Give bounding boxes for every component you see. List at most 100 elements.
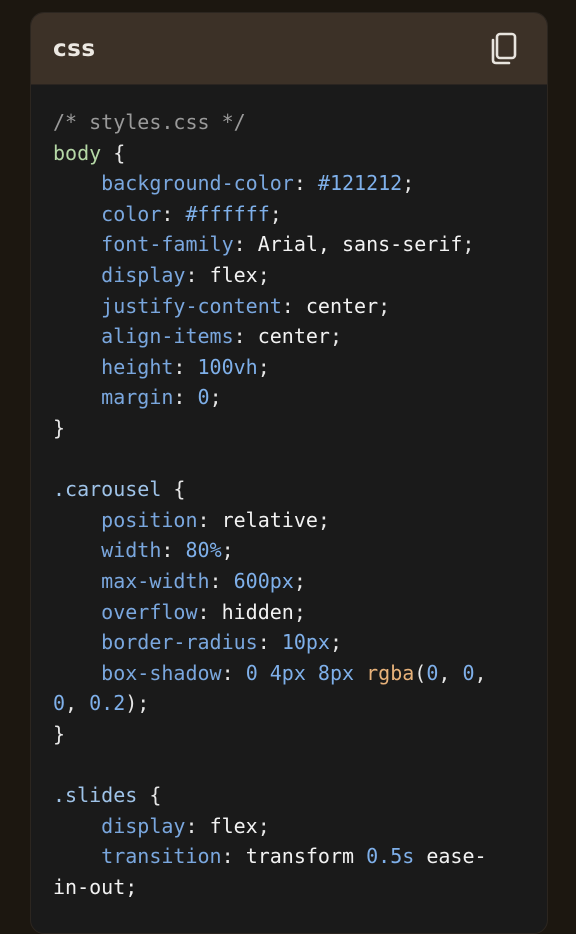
code-line: margin: 0;: [53, 382, 525, 413]
code-content: /* styles.css */ body { background-color:…: [31, 85, 547, 902]
code-line: background-color: #121212;: [53, 168, 525, 199]
code-token: :: [161, 201, 186, 226]
code-token: :: [221, 660, 246, 685]
code-token: 100vh: [197, 354, 258, 379]
code-token: :: [209, 568, 234, 593]
code-token: 600px: [233, 568, 294, 593]
code-token: :: [221, 844, 246, 869]
code-token: ;: [209, 385, 222, 410]
code-token: ;: [257, 262, 270, 287]
code-token: max-width: [101, 568, 210, 593]
code-block: css /* styles.css */ body { background-co…: [30, 12, 548, 934]
code-line: body {: [53, 138, 525, 169]
code-token: justify-content: [101, 293, 282, 318]
code-token: {: [137, 783, 162, 808]
code-line: box-shadow: 0 4px 8px rgba(0, 0,: [53, 658, 525, 689]
code-token: }: [53, 721, 66, 746]
code-line: justify-content: center;: [53, 291, 525, 322]
code-line: font-family: Arial, sans-serif;: [53, 229, 525, 260]
code-token: ease-: [414, 844, 487, 869]
code-token: 0.2: [89, 691, 126, 716]
code-token: ;: [221, 538, 234, 563]
code-line: width: 80%;: [53, 535, 525, 566]
code-token: {: [101, 140, 126, 165]
code-token: :: [281, 293, 306, 318]
code-line: max-width: 600px;: [53, 566, 525, 597]
code-line: align-items: center;: [53, 321, 525, 352]
code-token: width: [101, 538, 162, 563]
code-token: {: [161, 477, 186, 502]
code-token: font-family: [101, 232, 234, 257]
code-token: :: [173, 385, 198, 410]
copy-button[interactable]: [489, 32, 519, 66]
copy-icon: [491, 32, 517, 64]
code-line: color: #ffffff;: [53, 199, 525, 230]
code-token: rgba: [366, 660, 415, 685]
code-token: ;: [462, 232, 475, 257]
code-token: (: [414, 660, 427, 685]
code-token: :: [233, 324, 258, 349]
code-token: center: [305, 293, 379, 318]
code-line: .carousel {: [53, 474, 525, 505]
code-line: border-radius: 10px;: [53, 627, 525, 658]
code-token: .slides: [53, 783, 138, 808]
code-token: box-shadow: [101, 660, 222, 685]
code-token: margin: [101, 385, 174, 410]
code-token: transform: [245, 844, 367, 869]
code-token: 0: [53, 691, 66, 716]
code-token: ;: [329, 324, 343, 349]
code-token: 80%: [185, 538, 222, 563]
code-token: :: [185, 262, 210, 287]
code-token: ;: [257, 813, 270, 838]
code-token: :: [293, 171, 318, 196]
code-token: 0.5s: [366, 844, 415, 869]
code-token: ;: [257, 354, 270, 379]
code-line: overflow: hidden;: [53, 597, 525, 628]
code-line: position: relative;: [53, 505, 525, 536]
code-token: :: [257, 630, 282, 655]
code-line: 0, 0.2);: [53, 688, 525, 719]
code-token: relative: [221, 507, 318, 532]
language-label: css: [53, 35, 96, 62]
code-token: background-color: [101, 171, 294, 196]
code-token: 10px: [281, 630, 330, 655]
code-token: border-radius: [101, 630, 258, 655]
code-token: Arial, sans-serif: [257, 232, 463, 257]
code-token: flex: [209, 262, 258, 287]
code-line: display: flex;: [53, 811, 525, 842]
code-token: :: [185, 813, 210, 838]
code-token: flex: [209, 813, 258, 838]
code-token: height: [101, 354, 174, 379]
code-token: 0: [426, 660, 439, 685]
code-line: }: [53, 413, 525, 444]
code-line: display: flex;: [53, 260, 525, 291]
code-token: ,: [438, 660, 463, 685]
code-token: display: [101, 262, 186, 287]
code-token: 0: [197, 385, 210, 410]
code-token: }: [53, 415, 66, 440]
code-token: overflow: [101, 599, 198, 624]
code-token: ;: [269, 201, 282, 226]
code-line: .slides {: [53, 780, 525, 811]
code-token: position: [101, 507, 198, 532]
code-token: align-items: [101, 324, 234, 349]
code-token: );: [125, 691, 150, 716]
code-token: :: [197, 507, 222, 532]
code-token: 0 4px 8px: [245, 660, 355, 685]
code-token: ,: [474, 660, 487, 685]
